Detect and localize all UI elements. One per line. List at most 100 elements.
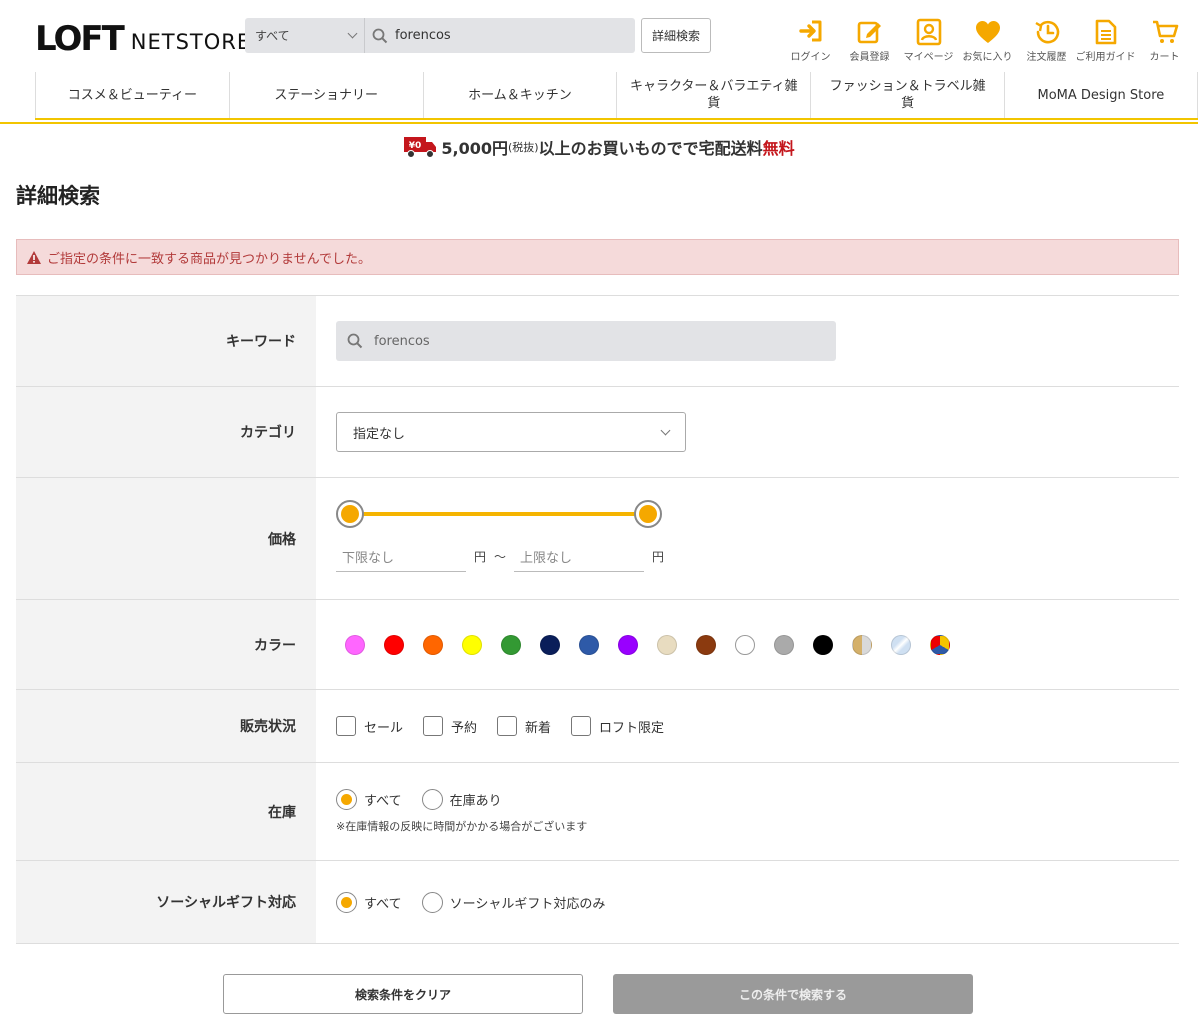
color-row: カラー (16, 600, 1179, 690)
header-cart-label: カート (1149, 52, 1180, 63)
stock-option-label: すべて (364, 794, 402, 809)
gift-only-radio[interactable]: ソーシャルギフト対応のみ (421, 891, 605, 913)
page-title: 詳細検索 (16, 184, 100, 208)
category-value: 指定なし (353, 426, 406, 442)
color-label: カラー (16, 600, 316, 689)
guide-icon (1095, 19, 1116, 45)
nav-item-moma[interactable]: MoMA Design Store (1003, 72, 1198, 118)
price-max-input[interactable]: 上限なし (514, 542, 645, 572)
radio-dot (336, 789, 357, 810)
color-swatches (336, 634, 1179, 655)
stock-label: 在庫 (16, 763, 316, 860)
logo[interactable]: LOFT NETSTORE (35, 16, 251, 56)
status-label: 販売状況 (16, 690, 316, 762)
color-swatch-5[interactable] (540, 634, 560, 655)
status-loft-limited-checkbox[interactable]: ロフト限定 (571, 716, 664, 736)
status-sale-checkbox[interactable]: セール (336, 716, 403, 736)
price-slider[interactable] (336, 499, 662, 528)
nav-item-stationery[interactable]: ステーショナリー (228, 72, 423, 118)
header: LOFT NETSTORE すべて forencos 詳細検索 ログイン 会員登… (0, 0, 1198, 72)
price-tilde: ～ (494, 549, 507, 564)
price-slider-max-handle[interactable] (634, 499, 662, 528)
checkbox-box (571, 716, 592, 736)
price-row: 価格 下限なし 円 ～ 上限なし 円 (16, 478, 1179, 600)
truck-badge-text: ¥0 (409, 141, 422, 151)
color-swatch-12[interactable] (813, 634, 833, 655)
color-swatch-13[interactable] (852, 634, 872, 655)
header-guide[interactable]: ご利用ガイド (1075, 18, 1136, 63)
advanced-search-button[interactable]: 詳細検索 (641, 18, 711, 53)
color-swatch-4[interactable] (501, 634, 521, 655)
header-favorites-label: お気に入り (962, 52, 1013, 63)
category-label: カテゴリ (16, 387, 316, 477)
logo-loft: LOFT (35, 19, 125, 59)
warning-icon (27, 250, 41, 264)
status-checkboxes: セール 予約 新着 ロフト限定 (336, 716, 1179, 736)
nav-item-character[interactable]: キャラクター＆バラエティ雑貨 (616, 72, 810, 118)
stock-in-stock-radio[interactable]: 在庫あり (421, 789, 502, 810)
search-with-conditions-button[interactable]: この条件で検索する (613, 974, 973, 1014)
gift-option-label: すべて (364, 896, 402, 912)
header-search-input[interactable]: forencos (395, 28, 451, 43)
header-mypage[interactable]: マイページ (899, 18, 958, 63)
header-history[interactable]: 注文履歴 (1017, 18, 1076, 63)
login-icon (798, 20, 821, 42)
keyword-label: キーワード (16, 296, 316, 386)
price-yen-label: 円 (474, 549, 487, 564)
color-swatch-3[interactable] (462, 634, 482, 655)
banner-free: 無料 (762, 139, 795, 158)
header-register-label: 会員登録 (849, 52, 890, 63)
status-new-checkbox[interactable]: 新着 (497, 716, 551, 736)
nav-item-home-kitchen[interactable]: ホーム＆キッチン (422, 72, 617, 118)
search-icon (336, 333, 374, 349)
header-cart[interactable]: カート (1135, 18, 1194, 63)
nav-item-fashion[interactable]: ファッション＆トラベル雑貨 (810, 72, 1004, 118)
color-swatch-0[interactable] (345, 634, 365, 655)
status-preorder-checkbox[interactable]: 予約 (423, 716, 477, 736)
price-slider-min-handle[interactable] (336, 499, 364, 528)
color-swatch-1[interactable] (384, 634, 404, 655)
stock-note: ※在庫情報の反映に時間がかかる場合がございます (336, 820, 588, 833)
header-guide-label: ご利用ガイド (1075, 52, 1136, 63)
color-swatch-14[interactable] (891, 634, 911, 655)
header-icons: ログイン 会員登録 マイページ お気に入り 注文履歴 ご利用ガイド カート (781, 18, 1194, 63)
nav-item-cosme[interactable]: コスメ＆ビューティー (35, 72, 229, 118)
free-shipping-banner[interactable]: ¥0 5,000円 (税抜) 以上のお買いものでで宅配送料 無料 (0, 132, 1198, 162)
color-swatch-2[interactable] (423, 634, 443, 655)
price-min-input[interactable]: 下限なし (336, 542, 466, 572)
gift-all-radio[interactable]: すべて (336, 891, 402, 913)
banner-tax: (税抜) (508, 141, 539, 154)
header-login-label: ログイン (790, 52, 831, 63)
truck-icon: ¥0 (404, 137, 437, 158)
radio-dot (336, 891, 357, 913)
color-swatch-15[interactable] (930, 634, 950, 655)
color-swatch-9[interactable] (696, 634, 716, 655)
color-swatch-7[interactable] (618, 634, 638, 655)
header-register[interactable]: 会員登録 (840, 18, 899, 63)
header-favorites[interactable]: お気に入り (958, 18, 1017, 63)
stock-all-radio[interactable]: すべて (336, 789, 402, 810)
alert-text: ご指定の条件に一致する商品が見つかりませんでした。 (47, 251, 371, 267)
status-option-label: 新着 (525, 720, 552, 736)
keyword-input[interactable]: forencos (336, 321, 836, 361)
chevron-down-icon (347, 28, 358, 39)
nav-underline (0, 122, 1198, 124)
color-swatch-10[interactable] (735, 634, 755, 655)
status-option-label: セール (364, 720, 404, 736)
color-swatch-6[interactable] (579, 634, 599, 655)
header-login[interactable]: ログイン (781, 18, 840, 63)
heart-icon (975, 21, 1000, 43)
color-swatch-8[interactable] (657, 634, 677, 655)
search-icon (365, 28, 395, 44)
no-results-alert: ご指定の条件に一致する商品が見つかりませんでした。 (16, 239, 1179, 275)
price-label: 価格 (16, 478, 316, 599)
search-scope-select[interactable]: すべて (245, 18, 365, 53)
chevron-down-icon (660, 425, 671, 435)
status-row: 販売状況 セール 予約 新着 ロフト限定 (16, 690, 1179, 763)
price-yen-label: 円 (652, 549, 665, 564)
category-select[interactable]: 指定なし (336, 412, 686, 452)
color-swatch-11[interactable] (774, 634, 794, 655)
stock-option-label: 在庫あり (449, 794, 502, 809)
clear-conditions-button[interactable]: 検索条件をクリア (223, 974, 583, 1014)
checkbox-box (497, 716, 518, 736)
